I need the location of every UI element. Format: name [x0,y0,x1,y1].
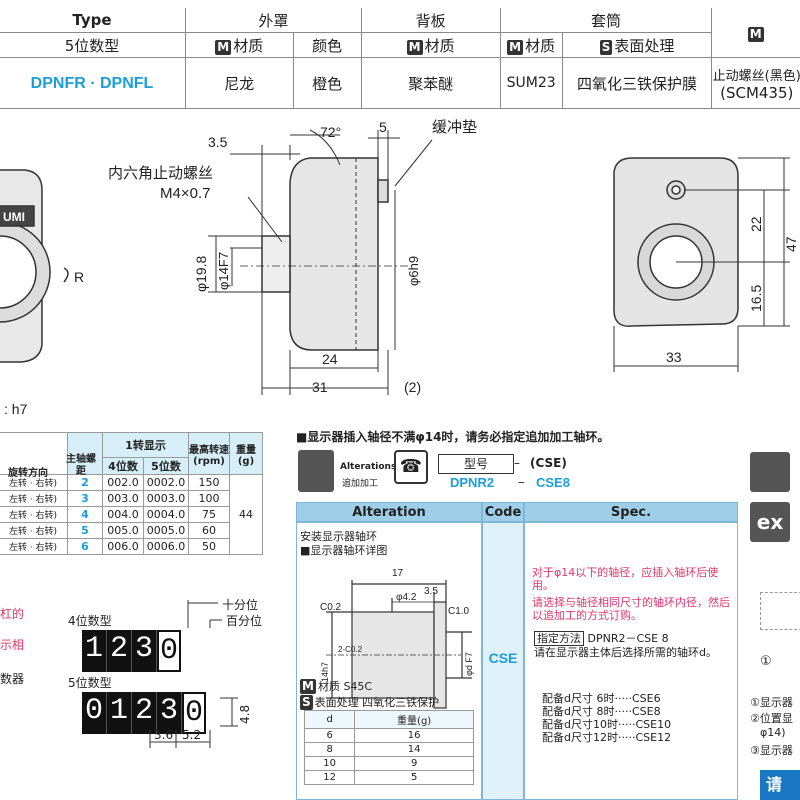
dim-16-5: 16.5 [748,285,764,312]
logo-text: UMI [3,210,25,224]
dim-4-8: 4.8 [238,704,252,724]
alt-head-code: Code [482,502,524,522]
rear-view [613,157,739,327]
counter-4-label: 4位数型 [68,614,112,628]
side-note-2: 示相 [0,638,25,652]
model-label-box: 型号 [438,454,514,474]
dim-3-5: 3.5 [208,134,228,150]
dim-47: 47 [783,236,799,252]
table-row: 12 5 [303,770,474,785]
collar-weight-table: d 重量(g) 6 16 8 14 10 9 12 5 [303,710,474,785]
dash-1: – [514,456,520,470]
collar-dim-c02: C0.2 [320,602,342,613]
hundredth-label: 百分位 [226,614,263,628]
truck-icon [750,452,790,492]
buffer-pad-label: 缓冲垫 [432,118,477,136]
collar-dim-2c02: 2-C0.2 [338,645,363,654]
collar-notice: ■显示器插入轴径不满φ14时，请务必指定追加加工轴环。 [296,430,610,444]
table-row: 6 16 [303,728,474,743]
collar-dim-c10: C1.0 [448,606,470,617]
table-row: 左转 · 右转) 6 006.0 0006.0 50 [0,538,263,555]
dim-33: 33 [666,349,682,365]
model-value: DPNR2 [450,475,495,490]
dim-phi6h9: φ6h9 [406,256,421,286]
rpm-5digit-head: 5位数 [143,457,189,475]
counter-4digit: 1230 [82,630,181,672]
dim-5: 5 [379,119,387,135]
table-row: 左转 · 右转) 3 003.0 0003.0 100 [0,490,263,507]
collar-dim-17: 17 [392,568,404,579]
phone-icon: ☎ [394,450,428,484]
front-view-partial [0,169,69,363]
table-row: 10 9 [303,756,474,771]
spec-red-2: 请选择与轴径相同尺寸的轴环内径，然后以追加工的方式订购。 [532,596,730,622]
dim-31: 31 [312,379,328,395]
list-item: 配备d尺寸 8时·····CSE8 [542,705,661,718]
alt-head-alteration: Alteration [296,502,482,522]
right-item-3: φ14) [760,726,786,739]
table-row: 左转 · 右转) 5 005.0 0005.0 60 [0,522,263,539]
dash-2: – [518,475,525,490]
dim-phi14f7: φ14F7 [216,252,231,290]
alt-code-cse: CSE [488,650,518,666]
tenth-label: 十分位 [222,598,259,612]
rpm-1rev-head: 1转显示 [102,432,189,458]
spec-red-1: 对于φ14以下的轴径，应插入轴环后使用。 [532,566,719,592]
collar-dim-3-5: 3.5 [424,586,438,597]
list-item: 配备d尺寸12时·····CSE12 [542,731,672,744]
dim-5-2: 5.2 [182,728,202,742]
dim-phi19-8: φ19.8 [193,255,209,292]
alt-cell-spec [524,522,738,800]
dim-24: 24 [322,351,338,367]
right-item-1: ①显示器 [750,696,793,709]
spec-lines: 配备d尺寸 6时·····CSE6 配备d尺寸 8时·····CSE8 配备d尺… [542,692,671,744]
setscrew-label: 内六角止动螺丝 [108,164,213,182]
right-item-4: ③显示器 [750,744,793,757]
list-item: 配备d尺寸10时·····CSE10 [542,718,672,731]
r-label: R [74,269,84,285]
dim-2: (2) [404,379,421,395]
spec-method: 指定方法 DPNR2－CSE 8 [534,630,669,646]
list-item: 配备d尺寸 6时·····CSE6 [542,692,661,705]
counter-5-label: 5位数型 [68,676,112,690]
spec-note: 请在显示器主体后选择所需的轴环d。 [534,646,717,659]
dim-3-6: 3.6 [154,728,174,742]
collar-material: M 材质 S45C [300,679,373,694]
collar-dim-phid: φd F7 [464,652,474,676]
side-view [240,157,410,351]
collar-surface: S 表面处理 四氧化三铁保护 [300,695,440,710]
dim-22: 22 [748,216,764,232]
ex-icon: ex [750,502,790,542]
tolerance-label: : h7 [4,401,28,417]
collar-dim-phi42: φ4.2 [396,592,417,603]
side-note-3: 数器 [0,672,25,686]
rpm-4digit-head: 4位数 [102,457,144,475]
right-item-2: ②位置显 [750,712,793,725]
table-row: 8 14 [303,742,474,757]
alt-head-spec: Spec. [524,502,738,522]
code-value: CSE8 [536,475,570,490]
request-button[interactable]: 请 [760,770,800,800]
table-row: 左转 · 右转) 4 004.0 0004.0 75 [0,506,263,523]
alterations-icon [298,450,334,492]
alterations-cn: 追加加工 [342,479,379,489]
dim-angle: 72° [320,124,341,140]
rpm-weight-head: 重量(g) [229,432,263,475]
circle-1: ① [760,654,772,669]
rpm-max-head: 最高转速(rpm) [188,432,230,475]
alterations-label: Alterations [340,462,397,472]
side-note-1: 杠的 [0,607,25,621]
setscrew-size: M4×0.7 [160,185,210,202]
small-diagram [760,592,800,630]
code-label: (CSE) [530,456,567,470]
rpm-weight: 44 [229,474,263,555]
rpm-table: 1转显示 最高转速(rpm) 重量(g) 4位数 5位数 左转 · 右转) 2 … [0,432,263,555]
alteration-table: Alteration Code Spec. 安装显示器轴环 ■显示器轴环详图 1… [296,502,738,800]
